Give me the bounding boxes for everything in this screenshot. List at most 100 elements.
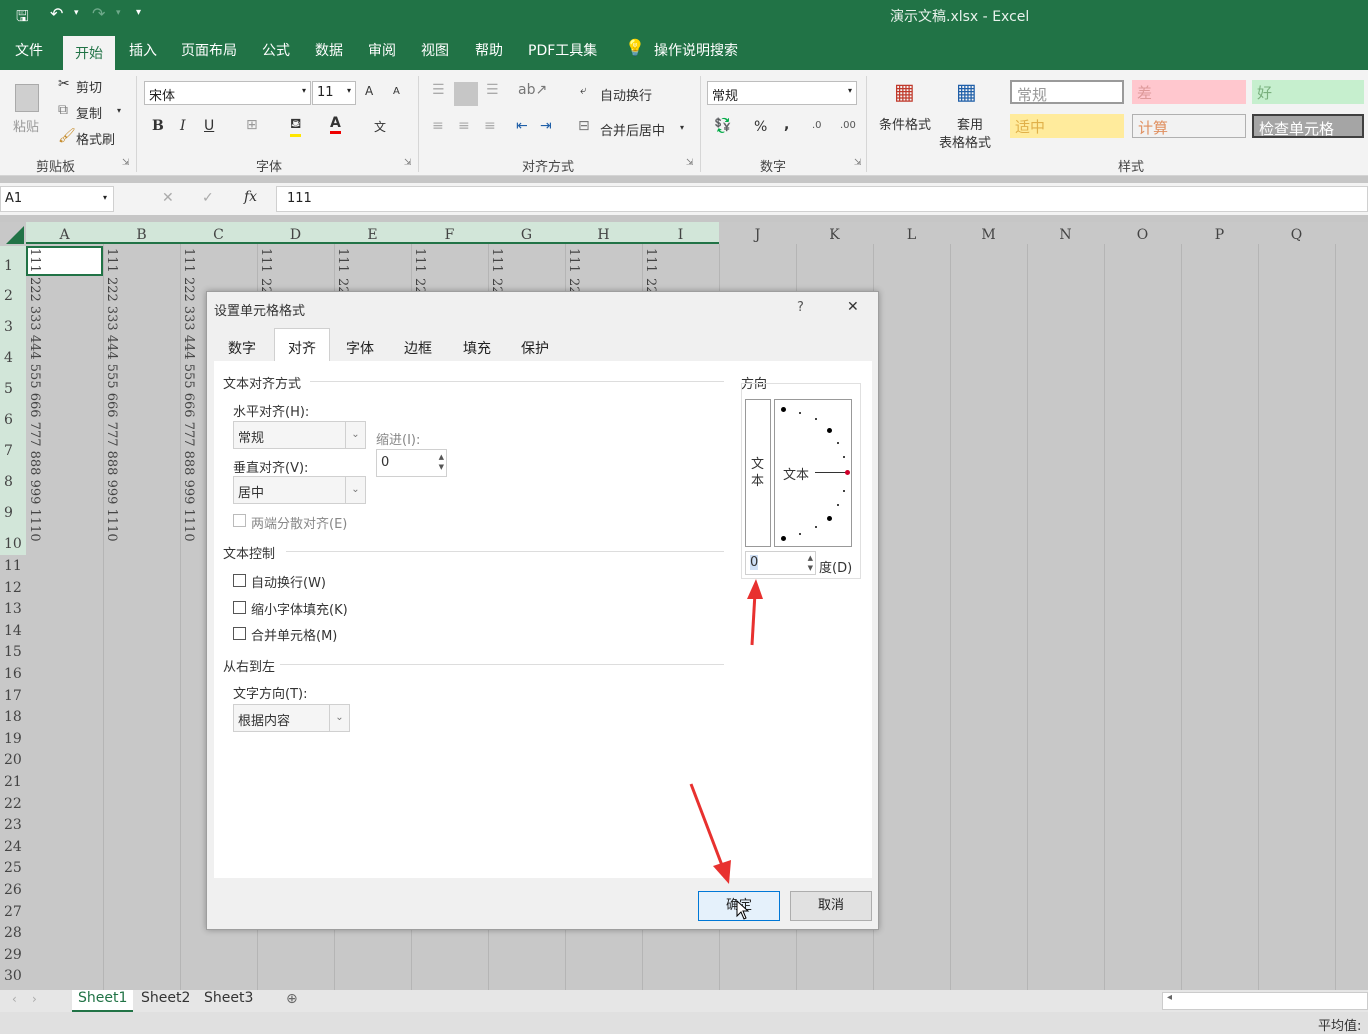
row-header[interactable]: 14	[0, 620, 26, 642]
number-format-select[interactable]: 常规 ▾	[707, 81, 857, 105]
wrap-text-checkbox[interactable]	[233, 574, 246, 587]
clipboard-launcher-icon[interactable]: ⇲	[122, 158, 130, 168]
align-left-icon[interactable]: ≡	[432, 118, 444, 134]
row-header[interactable]: 5	[0, 369, 26, 400]
text-direction-select[interactable]: 根据内容 ⌄	[233, 704, 350, 732]
tab-fill[interactable]: 填充	[455, 329, 499, 361]
column-header[interactable]: R	[1335, 222, 1368, 244]
tab-page-layout[interactable]: 页面布局	[181, 40, 237, 60]
wrap-text-button[interactable]: 自动换行	[600, 85, 652, 104]
save-icon[interactable]: 🖫	[16, 6, 29, 31]
undo-icon[interactable]: ↶	[50, 4, 63, 23]
row-header[interactable]: 13	[0, 598, 26, 620]
row-header[interactable]: 30	[0, 965, 26, 987]
row-header[interactable]: 19	[0, 728, 26, 750]
conditional-format-button[interactable]: 条件格式	[879, 114, 931, 133]
align-center-icon[interactable]: ≡	[458, 118, 470, 134]
tab-home[interactable]: 开始	[63, 36, 115, 70]
increase-indent-icon[interactable]: ⇥	[540, 118, 552, 134]
row-header[interactable]: 8	[0, 462, 26, 493]
help-button[interactable]: ?	[797, 300, 804, 315]
row-header[interactable]: 1	[0, 246, 26, 277]
tab-alignment[interactable]: 对齐	[274, 328, 330, 362]
row-header[interactable]: 6	[0, 400, 26, 431]
bold-button[interactable]: B	[152, 118, 164, 134]
font-name-select[interactable]: 宋体 ▾	[144, 81, 311, 105]
row-header[interactable]: 15	[0, 641, 26, 663]
insert-function-icon[interactable]: fx	[244, 189, 257, 205]
name-box[interactable]: A1 ▾	[0, 186, 114, 212]
row-header[interactable]: 26	[0, 879, 26, 901]
column-header[interactable]: I	[642, 222, 719, 244]
orientation-dial[interactable]: 文本	[774, 399, 852, 547]
tab-protection[interactable]: 保护	[513, 329, 557, 361]
formula-input[interactable]: 111	[276, 186, 1368, 212]
shrink-fit-checkbox[interactable]	[233, 601, 246, 614]
customize-qat-icon[interactable]: ▾	[136, 7, 141, 18]
decrease-font-icon[interactable]: A	[393, 86, 400, 97]
column-header[interactable]: K	[796, 222, 873, 244]
tab-font[interactable]: 字体	[338, 329, 382, 361]
format-painter-button[interactable]: 格式刷	[76, 129, 115, 148]
tab-data[interactable]: 数据	[315, 40, 343, 60]
row-header[interactable]: 22	[0, 793, 26, 815]
column-header[interactable]: J	[719, 222, 796, 244]
row-header[interactable]: 4	[0, 338, 26, 369]
row-header[interactable]: 16	[0, 663, 26, 685]
tab-number[interactable]: 数字	[220, 329, 264, 361]
tell-me-search[interactable]: 操作说明搜索	[654, 40, 738, 60]
copy-dropdown-icon[interactable]: ▾	[117, 106, 121, 115]
redo-dropdown-icon[interactable]: ▾	[116, 8, 121, 18]
row-header[interactable]: 3	[0, 307, 26, 338]
cancel-entry-icon[interactable]: ✕	[162, 190, 174, 206]
paste-button[interactable]: 粘贴	[10, 78, 46, 140]
tab-pdf-tools[interactable]: PDF工具集	[528, 40, 597, 60]
tab-formulas[interactable]: 公式	[262, 40, 290, 60]
style-check-cell[interactable]: 检查单元格	[1252, 114, 1364, 138]
merge-cells-checkbox[interactable]	[233, 627, 246, 640]
merge-center-button[interactable]: 合并后居中	[600, 120, 665, 139]
decrease-decimal-icon[interactable]: .00	[840, 120, 856, 131]
column-header[interactable]: P	[1181, 222, 1258, 244]
tab-review[interactable]: 审阅	[368, 40, 396, 60]
row-header[interactable]: 25	[0, 857, 26, 879]
align-right-icon[interactable]: ≡	[484, 118, 496, 134]
spinner-arrows-icon[interactable]: ▲ ▼	[439, 452, 444, 472]
font-color-icon[interactable]: A	[330, 115, 341, 134]
align-top-icon[interactable]: ☰	[432, 82, 445, 98]
row-header[interactable]: 17	[0, 685, 26, 707]
row-header[interactable]: 27	[0, 901, 26, 923]
horizontal-align-select[interactable]: 常规 ⌄	[233, 421, 366, 449]
redo-icon[interactable]: ↷	[92, 4, 105, 23]
vertical-align-select[interactable]: 居中 ⌄	[233, 476, 366, 504]
next-sheet-icon[interactable]: ›	[32, 992, 37, 1006]
font-launcher-icon[interactable]: ⇲	[404, 158, 412, 168]
align-bottom-icon[interactable]: ☰	[486, 82, 499, 98]
column-header[interactable]: Q	[1258, 222, 1335, 244]
row-header[interactable]: 23	[0, 814, 26, 836]
column-header[interactable]: L	[873, 222, 950, 244]
confirm-entry-icon[interactable]: ✓	[202, 190, 214, 206]
row-header[interactable]: 28	[0, 922, 26, 944]
column-header[interactable]: E	[334, 222, 411, 244]
column-header[interactable]: H	[565, 222, 642, 244]
phonetic-icon[interactable]: 文	[374, 118, 386, 135]
column-header[interactable]: C	[180, 222, 257, 244]
tab-insert[interactable]: 插入	[129, 40, 157, 60]
orientation-icon[interactable]: ab↗	[518, 82, 547, 98]
row-header[interactable]: 29	[0, 944, 26, 966]
tab-file[interactable]: 文件	[15, 40, 43, 60]
column-header[interactable]: M	[950, 222, 1027, 244]
font-size-select[interactable]: 11 ▾	[312, 81, 356, 105]
row-header[interactable]: 20	[0, 749, 26, 771]
undo-dropdown-icon[interactable]: ▾	[74, 8, 79, 18]
format-table-label-1[interactable]: 套用	[957, 114, 983, 133]
select-all-corner[interactable]	[6, 226, 24, 244]
cut-button[interactable]: 剪切	[76, 77, 102, 96]
row-header[interactable]: 12	[0, 577, 26, 599]
fill-color-icon[interactable]: ⛾	[290, 116, 302, 137]
row-header[interactable]: 18	[0, 706, 26, 728]
italic-button[interactable]: I	[180, 118, 186, 134]
column-header[interactable]: G	[488, 222, 565, 244]
style-normal[interactable]: 常规	[1010, 80, 1124, 104]
